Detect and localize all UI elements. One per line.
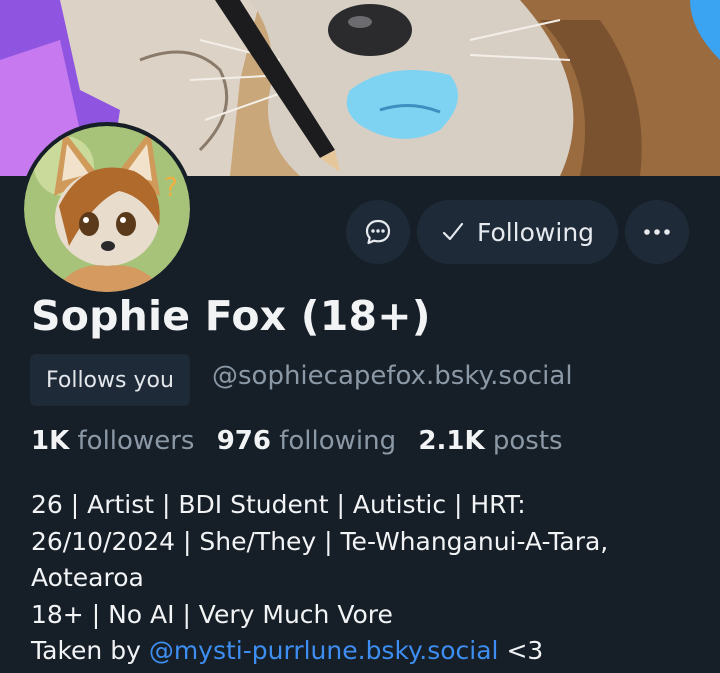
mention-link[interactable]: @mysti-purrlune.bsky.social xyxy=(149,636,499,665)
profile-bio: 26 | Artist | BDI Student | Autistic | H… xyxy=(31,487,711,670)
bio-line: Aotearoa xyxy=(31,563,144,592)
display-name: Sophie Fox (18+) xyxy=(31,292,431,340)
profile-stats: 1K followers 976 following 2.1K posts xyxy=(31,426,577,456)
avatar[interactable]: ? xyxy=(20,122,194,296)
avatar-image: ? xyxy=(24,126,190,292)
bio-line: 26 | Artist | BDI Student | Autistic | H… xyxy=(31,490,526,519)
message-button[interactable] xyxy=(346,200,410,264)
following-button-label: Following xyxy=(476,217,595,247)
follows-you-badge: Follows you xyxy=(30,354,190,406)
following-stat[interactable]: 976 following xyxy=(217,426,396,456)
posts-label: posts xyxy=(492,426,563,456)
ellipsis-icon xyxy=(644,229,670,235)
chat-bubble-icon xyxy=(365,219,391,245)
bio-line: Taken by @mysti-purrlune.bsky.social <3 xyxy=(31,633,711,670)
bio-text: <3 xyxy=(498,636,544,665)
posts-stat: 2.1K posts xyxy=(418,426,562,456)
followers-count: 1K xyxy=(31,426,70,456)
followers-stat[interactable]: 1K followers xyxy=(31,426,194,456)
profile-handle: @sophiecapefox.bsky.social xyxy=(212,361,573,391)
followers-label: followers xyxy=(77,426,195,456)
posts-count: 2.1K xyxy=(418,426,485,456)
following-label: following xyxy=(279,426,397,456)
svg-text:?: ? xyxy=(164,173,178,203)
bio-line: 18+ | No AI | Very Much Vore xyxy=(31,599,393,629)
checkmark-icon xyxy=(442,222,464,241)
bio-line: 26/10/2024 | She/They | Te-Whanganui-A-T… xyxy=(31,526,609,556)
following-button[interactable]: Following xyxy=(417,200,618,264)
following-count: 976 xyxy=(216,426,271,456)
bio-text: Taken by xyxy=(31,636,149,665)
more-options-button[interactable] xyxy=(625,200,689,264)
